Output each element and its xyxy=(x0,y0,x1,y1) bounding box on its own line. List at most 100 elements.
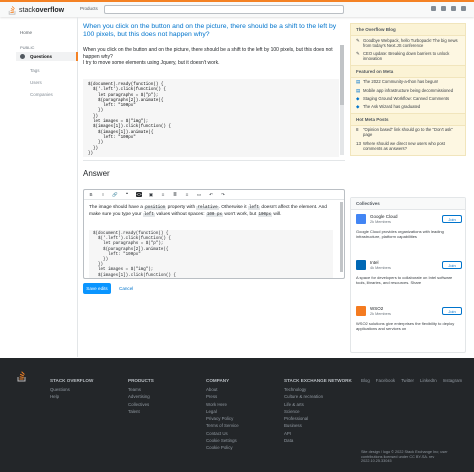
footer-link[interactable]: Data xyxy=(284,437,352,444)
toolbar-button-7[interactable]: ≣ xyxy=(172,192,178,197)
collective-description: A space for developers to collaborate on… xyxy=(356,275,453,285)
nav-home[interactable]: Home xyxy=(20,30,32,35)
sidebar-link[interactable]: ✎ Goodbye Webpack, hello Turbopack! The b… xyxy=(351,36,465,49)
footer-link[interactable]: Technology xyxy=(284,386,352,393)
footer-link[interactable]: Work Here xyxy=(206,401,239,408)
footer-link[interactable]: Science xyxy=(284,408,352,415)
inbox-icon[interactable] xyxy=(431,6,436,11)
toolbar-button-2[interactable]: 🔗 xyxy=(112,192,118,197)
toolbar-button-6[interactable]: ≡ xyxy=(160,192,166,197)
footer-link[interactable]: API xyxy=(284,430,352,437)
sidebar-link[interactable]: ✎ CEO update: Breaking down barriers to u… xyxy=(351,49,465,62)
footer-link[interactable]: Collectives xyxy=(128,401,154,408)
sidebar-link[interactable]: 13 Where should we direct new users who p… xyxy=(351,139,465,152)
footer-link[interactable]: Cookie Settings xyxy=(206,437,239,444)
footer-link[interactable]: Professional xyxy=(284,415,352,422)
footer-link[interactable]: Terms of Service xyxy=(206,422,239,429)
site-logo[interactable]: stack overflow xyxy=(8,5,64,15)
footer-link[interactable]: Business xyxy=(284,422,352,429)
answer-text-part: The image should have a xyxy=(89,205,143,210)
sidebar-link[interactable]: ◆ Staging Ground Workflow: Canned Comment… xyxy=(351,94,465,102)
footer-logo-icon[interactable] xyxy=(17,370,27,382)
nav-questions-label: Questions xyxy=(30,54,53,59)
footer-link[interactable]: Contact Us xyxy=(206,430,239,437)
question-body: When you click on the button and on the … xyxy=(83,47,345,67)
products-menu[interactable]: Products xyxy=(80,6,98,11)
sidebar-link[interactable]: ▤ Mobile app infrastructure being decommi… xyxy=(351,86,465,94)
sidebar-link[interactable]: ▤ The 2022 Community-a-thon has begun! xyxy=(351,78,465,86)
footer-link[interactable]: Press xyxy=(206,393,239,400)
collective-logo-icon[interactable] xyxy=(356,214,366,224)
footer-link[interactable]: Help xyxy=(50,393,93,400)
site-switcher-icon[interactable] xyxy=(461,6,466,11)
sidebar-item-text: Mobile app infrastructure being decommis… xyxy=(363,87,454,93)
help-icon[interactable] xyxy=(451,6,456,11)
sidebar-item-text: Where should we direct new users who pos… xyxy=(363,140,445,151)
collective-logo-icon[interactable] xyxy=(356,260,366,270)
collective-name[interactable]: WSO2 xyxy=(370,306,383,311)
footer-link[interactable]: Questions xyxy=(50,386,93,393)
search-input[interactable] xyxy=(104,5,344,14)
footer-social-link[interactable]: Blog xyxy=(361,378,370,383)
footer-heading: STACK OVERFLOW xyxy=(50,378,94,383)
footer-link[interactable]: Legal xyxy=(206,408,239,415)
footer-link[interactable]: Teams xyxy=(128,386,154,393)
answer-code-block[interactable]: $(document).ready(function() { $('.left'… xyxy=(89,230,333,278)
toolbar-button-5[interactable]: ▣ xyxy=(148,192,154,197)
footer-social-link[interactable]: Facebook xyxy=(376,378,395,383)
scroll-thumb[interactable] xyxy=(340,45,344,105)
footer-link[interactable]: Life & arts xyxy=(284,401,352,408)
sidebar-link[interactable]: 8 "Opinion based" link should go to the "… xyxy=(351,126,465,139)
footer-link[interactable]: Culture & recreation xyxy=(284,393,352,400)
achievements-icon[interactable] xyxy=(441,6,446,11)
footer-heading: PRODUCTS xyxy=(128,378,154,383)
join-button[interactable]: Join xyxy=(442,307,462,315)
toolbar-button-9[interactable]: ▭ xyxy=(196,192,202,197)
footer-link[interactable]: Talent xyxy=(128,408,154,415)
footer-col-products: PRODUCTS Teams Advertising Collectives Tale… xyxy=(128,378,154,415)
question-scrollbar[interactable] xyxy=(340,45,344,155)
footer-social-link[interactable]: LinkedIn xyxy=(420,378,437,383)
toolbar-button-0[interactable]: B xyxy=(88,192,94,197)
join-button[interactable]: Join xyxy=(442,261,462,269)
nav-questions[interactable]: Questions xyxy=(16,52,78,61)
so-icon: ◆ xyxy=(356,95,360,101)
logo-word-overflow: overflow xyxy=(35,6,65,14)
nav-public-label: PUBLIC xyxy=(20,45,35,50)
answer-text-part: values without spaces: xyxy=(156,211,205,217)
toolbar-button-8[interactable]: ≡ xyxy=(184,192,190,197)
footer-link[interactable]: About xyxy=(206,386,239,393)
answer-text[interactable]: The image should have a position propert… xyxy=(89,205,339,218)
editor-scrollbar[interactable] xyxy=(340,202,343,272)
toolbar-button-10[interactable]: ↶ xyxy=(208,192,214,197)
answer-editor[interactable]: B I 🔗 ❝ <> ▣ ≡ ≣ ≡ ▭ ↶ ↷ The image should have a po… xyxy=(83,189,345,279)
save-edits-button[interactable]: Save edits xyxy=(83,283,111,294)
nav-users[interactable]: Users xyxy=(30,80,42,85)
footer-link[interactable]: Advertising xyxy=(128,393,154,400)
sidebar-link[interactable]: ◆ The Ask Wizard has graduated xyxy=(351,102,465,110)
toolbar-button-4[interactable]: <> xyxy=(136,192,142,197)
footer-link[interactable]: Cookie Policy xyxy=(206,444,239,451)
nav-tags[interactable]: Tags xyxy=(30,68,40,73)
blog-heading: The Overflow Blog xyxy=(351,24,465,36)
pencil-icon: ✎ xyxy=(356,50,360,56)
join-button[interactable]: Join xyxy=(442,215,462,223)
question-title[interactable]: When you click on the button and on the … xyxy=(83,23,345,39)
cancel-button[interactable]: Cancel xyxy=(119,286,133,291)
footer-link[interactable]: Privacy Policy xyxy=(206,415,239,422)
left-sidebar: Home PUBLIC Questions Tags Users Compani… xyxy=(0,17,78,357)
collective-logo-icon[interactable] xyxy=(356,306,366,316)
nav-companies[interactable]: Companies xyxy=(30,92,53,97)
answer-text-part: property with xyxy=(167,205,196,210)
footer-social-link[interactable]: Instagram xyxy=(443,378,463,383)
footer-social-link[interactable]: Twitter xyxy=(401,378,414,383)
blog-widget: The Overflow Blog ✎ Goodbye Webpack, hell… xyxy=(350,23,466,157)
chat-icon: ▤ xyxy=(356,79,361,85)
meta-heading: Featured on Meta xyxy=(351,64,465,78)
toolbar-button-3[interactable]: ❝ xyxy=(124,192,130,197)
toolbar-button-11[interactable]: ↷ xyxy=(220,192,226,197)
toolbar-button-1[interactable]: I xyxy=(100,192,106,197)
collective-name[interactable]: Google Cloud xyxy=(370,214,398,219)
collective-name[interactable]: Intel xyxy=(370,260,379,265)
sidebar-item-text: "Opinion based" link should go to the "D… xyxy=(363,127,453,138)
